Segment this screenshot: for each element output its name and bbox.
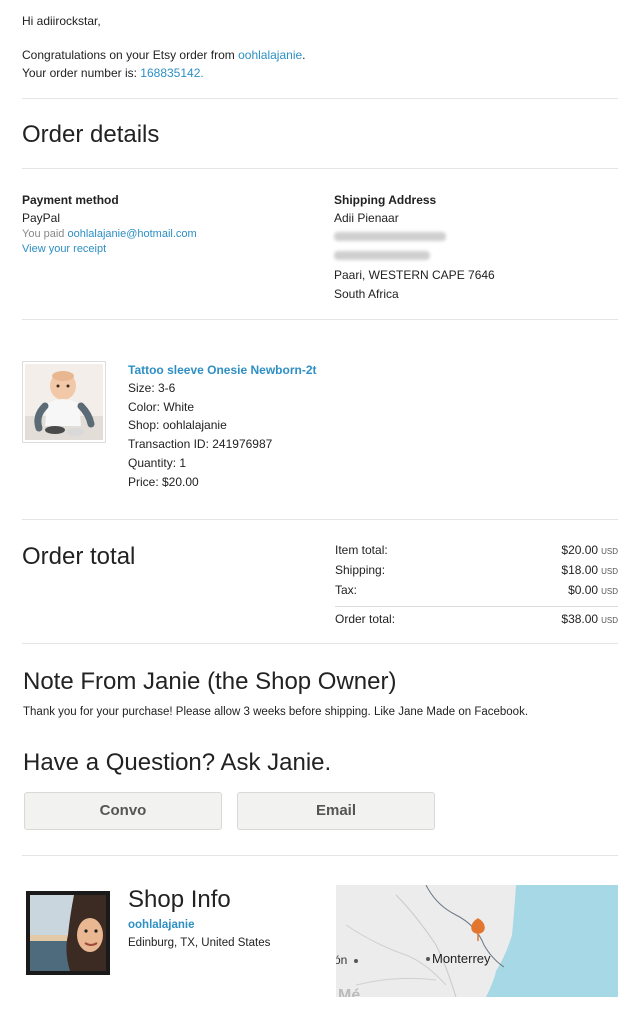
divider [22, 643, 618, 644]
map-city-dot [426, 957, 430, 961]
intro-section: Hi adiirockstar, Congratulations on your… [22, 12, 621, 82]
item-price: Price: $20.00 [128, 474, 199, 489]
item-title-link[interactable]: Tattoo sleeve Onesie Newborn-2t [128, 361, 428, 379]
totals-row-total: Order total: $38.00 USD [335, 610, 618, 630]
shop-avatar[interactable] [26, 891, 110, 975]
item-shop: Shop: oohlalajanie [128, 418, 227, 433]
view-receipt-line: View your receipt [22, 242, 312, 257]
order-total-label: Order total: [335, 612, 396, 626]
shipping-section: Shipping Address Adii Pienaar Paari, WES… [334, 191, 614, 304]
shop-info-heading: Shop Info [128, 886, 231, 913]
item-size: Size: 3-6 [128, 381, 176, 395]
order-total-heading: Order total [22, 543, 136, 570]
order-details-heading: Order details [22, 121, 160, 148]
totals-value-wrap: $18.00 USD [561, 561, 618, 581]
order-number-link[interactable]: 168835142. [140, 66, 203, 80]
totals-value-wrap: $20.00 USD [561, 541, 618, 561]
ship-name: Adii Pienaar [334, 211, 399, 225]
note-text: Thank you for your purchase! Please allo… [23, 706, 529, 718]
currency-label: USD [601, 567, 618, 576]
shop-location: Edinburg, TX, United States [128, 937, 271, 949]
item-details: Tattoo sleeve Onesie Newborn-2t Size: 3-… [128, 361, 428, 491]
item-thumbnail[interactable] [22, 361, 106, 443]
currency-label: USD [601, 616, 618, 625]
currency-label: USD [601, 547, 618, 556]
congrats-suffix: . [302, 48, 306, 62]
note-heading: Note From Janie (the Shop Owner) [23, 668, 397, 695]
paid-email-link[interactable]: oohlalajanie@hotmail.com [67, 228, 196, 240]
payment-method-value: PayPal [22, 211, 61, 225]
divider [22, 319, 618, 320]
map-city-dot [354, 959, 358, 963]
shop-owner-photo-image [30, 895, 106, 971]
divider [22, 168, 618, 169]
congrats-line: Congratulations on your Etsy order from … [22, 46, 621, 64]
map-city-label: Monterrey [432, 951, 491, 966]
redacted-address-line-2 [334, 247, 614, 266]
question-heading: Have a Question? Ask Janie. [23, 749, 332, 776]
totals-row-item: Item total: $20.00 USD [335, 541, 618, 561]
shop-info-text: Shop Info oohlalajanie Edinburg, TX, Uni… [128, 884, 270, 952]
shop-name-link[interactable]: oohlalajanie [128, 916, 270, 934]
item-quantity: Quantity: 1 [128, 455, 187, 470]
payment-section: Payment method PayPal You paid oohlalaja… [22, 191, 312, 257]
totals-row-tax: Tax: $0.00 USD [335, 581, 618, 601]
totals-row-shipping: Shipping: $18.00 USD [335, 561, 618, 581]
paid-line: You paid oohlalajanie@hotmail.com [22, 227, 312, 242]
email-button[interactable]: Email [237, 792, 435, 830]
order-number-line: Your order number is: 168835142. [22, 64, 621, 82]
item-transaction-id: Transaction ID: 241976987 [128, 437, 273, 452]
redacted-address-line-1 [334, 228, 614, 247]
baby-photo-image [25, 364, 103, 440]
map-bottom-label: Mé [338, 987, 361, 997]
order-total-value: $38.00 [561, 612, 599, 626]
totals-label: Item total: [335, 543, 388, 557]
shop-link[interactable]: oohlalajanie [238, 48, 302, 62]
divider [22, 519, 618, 520]
map-graphic [336, 885, 618, 997]
totals-label: Shipping: [335, 563, 386, 577]
totals-value: $18.00 [561, 563, 599, 577]
map-pin-head [473, 921, 483, 931]
shop-map[interactable]: ón Monterrey Mé [336, 885, 618, 997]
shipping-address-label: Shipping Address [334, 193, 437, 207]
divider [22, 855, 618, 856]
congrats-prefix: Congratulations on your Etsy order from [22, 48, 239, 62]
totals-value-wrap: $0.00 USD [568, 581, 618, 601]
payment-method-label: Payment method [22, 193, 119, 207]
map-partial-label: ón [336, 953, 348, 967]
totals-value: $20.00 [561, 543, 599, 557]
item-color: Color: White [128, 399, 195, 414]
totals-value-wrap: $38.00 USD [561, 610, 618, 630]
ship-country: South Africa [334, 287, 399, 301]
totals-label: Tax: [335, 583, 358, 597]
totals-table: Item total: $20.00 USD Shipping: $18.00 US… [335, 541, 618, 630]
view-receipt-link[interactable]: View your receipt [22, 243, 106, 255]
divider [22, 98, 618, 99]
order-confirmation-email: Hi adiirockstar, Congratulations on your… [0, 0, 643, 1024]
order-number-prefix: Your order number is: [22, 66, 141, 80]
ship-city: Paari, WESTERN CAPE 7646 [334, 268, 495, 282]
paid-prefix: You paid [22, 228, 68, 240]
totals-divider [335, 606, 618, 607]
currency-label: USD [601, 587, 618, 596]
convo-button[interactable]: Convo [24, 792, 222, 830]
totals-value: $0.00 [568, 583, 599, 597]
greeting-text: Hi adiirockstar, [22, 14, 101, 28]
